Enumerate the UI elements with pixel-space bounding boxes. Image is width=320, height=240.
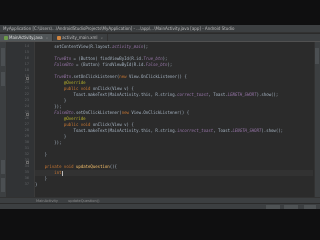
code-line[interactable]: }: [35, 182, 37, 188]
java-file-icon: [4, 35, 8, 40]
line-number: 29: [24, 134, 29, 138]
line-number: 33: [24, 158, 29, 162]
line-number: 21: [24, 86, 29, 90]
line-number: 25: [24, 110, 29, 114]
line-number-gutter: 14 15 16 17 18 19 20 21 22 23 24 25 26 27 28 29 30 31 32 33…: [7, 42, 35, 197]
status-widget[interactable]: [266, 205, 280, 209]
xml-file-icon: [57, 35, 62, 40]
favorites-tool-button[interactable]: [1, 160, 5, 174]
project-tool-button[interactable]: [1, 48, 5, 66]
line-number: 16: [24, 56, 29, 60]
code-line[interactable]: });: [35, 140, 61, 146]
line-number: 23: [24, 98, 29, 102]
code-line[interactable]: setContentView(R.layout.activity_main);: [35, 44, 148, 50]
breadcrumb-method[interactable]: updateQuestion(): [68, 199, 100, 203]
android-studio-window: MyApplication [C:\Users\...\AndroidStudi…: [0, 25, 320, 209]
gradle-tool-button[interactable]: [315, 48, 319, 64]
editor-tab-bar: MainActivity.java × activity_main.xml ×: [0, 34, 320, 42]
breadcrumb-class[interactable]: MainActivity: [36, 199, 58, 203]
code-line[interactable]: Toast.makeText(MainActivity.this, R.stri…: [35, 92, 279, 98]
line-number: 32: [24, 152, 29, 156]
line-number: 26: [24, 116, 29, 120]
line-number: 20: [24, 80, 29, 84]
line-number: 28: [24, 128, 29, 132]
text-cursor: [61, 170, 63, 176]
line-number: 24: [24, 104, 29, 108]
line-number: 31: [24, 146, 29, 150]
tab-label: MainActivity.java: [9, 35, 43, 40]
tab-mainactivity-java[interactable]: MainActivity.java ×: [0, 34, 54, 41]
line-number: 15: [24, 50, 29, 54]
tab-activity-main-xml[interactable]: activity_main.xml ×: [53, 34, 109, 41]
close-icon[interactable]: ×: [46, 36, 49, 40]
line-number: 36: [24, 176, 29, 180]
line-number: 19: [24, 74, 29, 78]
window-title: MyApplication [C:\Users\...\AndroidStudi…: [0, 25, 320, 33]
line-number: 34: [24, 164, 29, 168]
close-icon[interactable]: ×: [101, 36, 104, 40]
right-tool-window-strip: [314, 42, 320, 197]
line-number: 37: [24, 182, 29, 186]
line-number: 18: [24, 68, 29, 72]
code-line[interactable]: }: [35, 152, 47, 158]
line-number: 22: [24, 92, 29, 96]
status-widget[interactable]: [304, 205, 316, 209]
structure-tool-button[interactable]: [1, 72, 5, 86]
left-tool-window-strip: [0, 42, 7, 197]
line-number: 35: [24, 170, 29, 174]
code-editor[interactable]: setContentView(R.layout.activity_main); …: [35, 42, 313, 197]
code-line[interactable]: int: [35, 170, 313, 176]
line-number: 27: [24, 122, 29, 126]
status-widget[interactable]: [284, 205, 298, 209]
line-number: 14: [24, 44, 29, 48]
status-bar: [0, 203, 320, 209]
tab-label: activity_main.xml: [62, 35, 98, 40]
build-variants-tool-button[interactable]: [1, 178, 5, 192]
code-line[interactable]: FalseBtn = (Button) findViewById(R.id.Fa…: [35, 62, 172, 68]
line-number: 30: [24, 140, 29, 144]
code-line[interactable]: Toast.makeText(MainActivity.this, R.stri…: [35, 128, 284, 134]
line-number: 17: [24, 62, 29, 66]
